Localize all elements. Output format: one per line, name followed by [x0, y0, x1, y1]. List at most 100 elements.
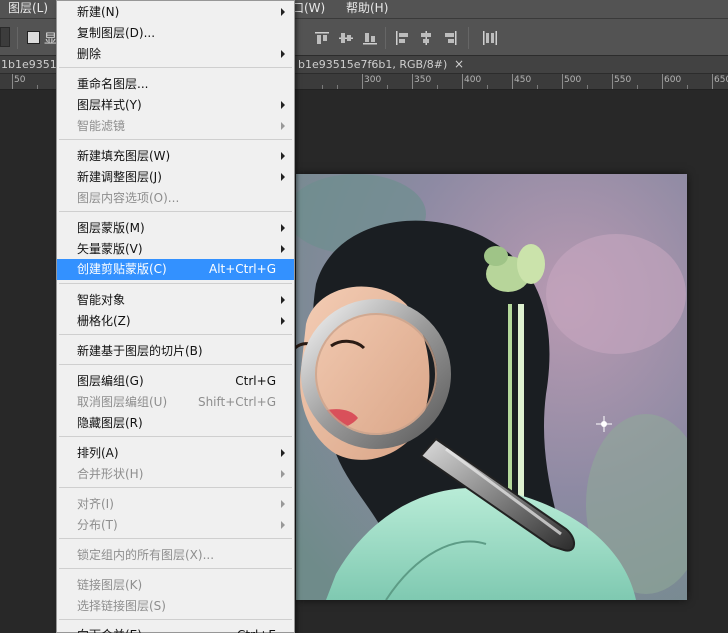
submenu-arrow-icon — [281, 296, 285, 304]
menu-item-label: 重命名图层... — [77, 77, 149, 91]
ruler-label: 500 — [564, 75, 582, 85]
menu-item-label: 新建调整图层(J) — [77, 170, 162, 184]
ruler-label: 600 — [664, 75, 682, 85]
menu-item-label: 栅格化(Z) — [77, 314, 131, 328]
menu-item-combine-shapes[interactable]: 合并形状(H) — [57, 464, 294, 485]
ruler-minor-tick — [487, 85, 488, 89]
menu-item-new-layer-slice[interactable]: 新建基于图层的切片(B) — [57, 341, 294, 362]
menu-item-label: 智能滤镜 — [77, 119, 126, 133]
menu-item-layer-content-options[interactable]: 图层内容选项(O)... — [57, 188, 294, 209]
submenu-arrow-icon — [281, 101, 285, 109]
menu-layer[interactable]: 图层(L) — [8, 0, 48, 18]
ruler-tick — [462, 74, 463, 89]
menu-item-shortcut: Ctrl+E — [237, 625, 276, 633]
menu-item-smart-filter[interactable]: 智能滤镜 — [57, 116, 294, 137]
menu-divider — [59, 436, 292, 437]
menu-item-merge-down[interactable]: 向下合并(E) Ctrl+E — [57, 625, 294, 633]
menu-item-align[interactable]: 对齐(I) — [57, 494, 294, 515]
menu-item-layer-style[interactable]: 图层样式(Y) — [57, 95, 294, 116]
document-tab[interactable]: 1b1e9351 — [0, 56, 56, 74]
menu-item-select-linked-layers[interactable]: 选择链接图层(S) — [57, 596, 294, 617]
menu-divider — [59, 487, 292, 488]
distribute-icon[interactable] — [482, 30, 498, 46]
menu-item-new-fill-layer[interactable]: 新建填充图层(W) — [57, 146, 294, 167]
menu-item-label: 删除 — [77, 47, 102, 61]
menu-item-label: 锁定组内的所有图层(X)... — [77, 548, 215, 562]
menu-item-create-clipping-mask[interactable]: 创建剪贴蒙版(C) Alt+Ctrl+G — [57, 259, 294, 280]
menu-item-label: 图层蒙版(M) — [77, 221, 145, 235]
submenu-arrow-icon — [281, 50, 285, 58]
menu-divider — [59, 364, 292, 365]
ruler-tick — [362, 74, 363, 89]
align-hcenter-icon[interactable] — [418, 30, 434, 46]
menu-item-link-layers[interactable]: 链接图层(K) — [57, 575, 294, 596]
menu-item-distribute[interactable]: 分布(T) — [57, 515, 294, 536]
ruler-label: 50 — [14, 75, 26, 85]
menu-item-new[interactable]: 新建(N) — [57, 2, 294, 23]
menu-item-shortcut: Ctrl+G — [235, 374, 276, 388]
menu-item-label: 合并形状(H) — [77, 467, 144, 481]
ruler-tick — [612, 74, 613, 89]
menu-window[interactable]: 口(W) — [292, 0, 325, 18]
layer-menu-dropdown: 新建(N) 复制图层(D)... 删除 重命名图层... 图层样式(Y) 智能滤… — [56, 0, 295, 633]
menu-help[interactable]: 帮助(H) — [346, 0, 388, 18]
submenu-arrow-icon — [281, 500, 285, 508]
menu-item-label: 分布(T) — [77, 518, 118, 532]
menu-item-duplicate-layer[interactable]: 复制图层(D)... — [57, 23, 294, 44]
ruler-label: 400 — [464, 75, 482, 85]
ruler-minor-tick — [537, 85, 538, 89]
portrait-image — [296, 174, 687, 600]
menu-divider — [59, 283, 292, 284]
ruler-minor-tick — [37, 85, 38, 89]
menu-item-label: 矢量蒙版(V) — [77, 242, 143, 256]
tool-preset-dropdown[interactable] — [0, 27, 10, 47]
menu-item-shortcut: Alt+Ctrl+G — [208, 262, 276, 276]
menu-item-delete[interactable]: 删除 — [57, 44, 294, 65]
menu-item-label: 隐藏图层(R) — [77, 416, 143, 430]
submenu-arrow-icon — [281, 8, 285, 16]
align-bottom-icon[interactable] — [362, 30, 378, 46]
ruler-tick — [12, 74, 13, 89]
menu-item-hide-layers[interactable]: 隐藏图层(R) — [57, 413, 294, 434]
submenu-arrow-icon — [281, 224, 285, 232]
document-tab-active[interactable]: b1e93515e7f6b1, RGB/8#) * — [296, 56, 448, 74]
submenu-arrow-icon — [281, 317, 285, 325]
ruler-tick — [512, 74, 513, 89]
auto-select-checkbox[interactable] — [27, 31, 40, 44]
submenu-arrow-icon — [281, 245, 285, 253]
align-left-icon[interactable] — [394, 30, 410, 46]
options-separator — [385, 27, 386, 49]
menu-item-label: 图层样式(Y) — [77, 98, 142, 112]
ruler-minor-tick — [587, 85, 588, 89]
ruler-label: 450 — [514, 75, 532, 85]
menu-item-lock-all-layers[interactable]: 锁定组内的所有图层(X)... — [57, 545, 294, 566]
menu-item-label: 图层内容选项(O)... — [77, 191, 180, 205]
ruler-minor-tick — [637, 85, 638, 89]
close-tab-icon[interactable]: × — [454, 56, 464, 74]
submenu-arrow-icon — [281, 449, 285, 457]
align-vcenter-icon[interactable] — [338, 30, 354, 46]
photoshop-window: 图层(L) 口(W) 帮助(H) 显 1b1e9351 b1e93515e7f6… — [0, 0, 728, 633]
ruler-tick — [562, 74, 563, 89]
menu-divider — [59, 139, 292, 140]
menu-divider — [59, 538, 292, 539]
align-top-icon[interactable] — [314, 30, 330, 46]
menu-divider — [59, 67, 292, 68]
menu-item-group-layers[interactable]: 图层编组(G) Ctrl+G — [57, 371, 294, 392]
menu-item-rasterize[interactable]: 栅格化(Z) — [57, 311, 294, 332]
ruler-label: 350 — [414, 75, 432, 85]
align-right-icon[interactable] — [442, 30, 458, 46]
menu-item-arrange[interactable]: 排列(A) — [57, 443, 294, 464]
menu-item-label: 向下合并(E) — [77, 625, 142, 633]
menu-item-label: 排列(A) — [77, 446, 119, 460]
menu-item-vector-mask[interactable]: 矢量蒙版(V) — [57, 239, 294, 260]
menu-item-new-adjustment-layer[interactable]: 新建调整图层(J) — [57, 167, 294, 188]
ruler-minor-tick — [337, 85, 338, 89]
submenu-arrow-icon — [281, 152, 285, 160]
canvas-artwork[interactable] — [296, 174, 687, 600]
menu-item-smart-object[interactable]: 智能对象 — [57, 290, 294, 311]
menu-item-rename-layer[interactable]: 重命名图层... — [57, 74, 294, 95]
menu-item-shortcut: Shift+Ctrl+G — [197, 395, 276, 409]
menu-item-layer-mask[interactable]: 图层蒙版(M) — [57, 218, 294, 239]
menu-item-ungroup-layers[interactable]: 取消图层编组(U) Shift+Ctrl+G — [57, 392, 294, 413]
